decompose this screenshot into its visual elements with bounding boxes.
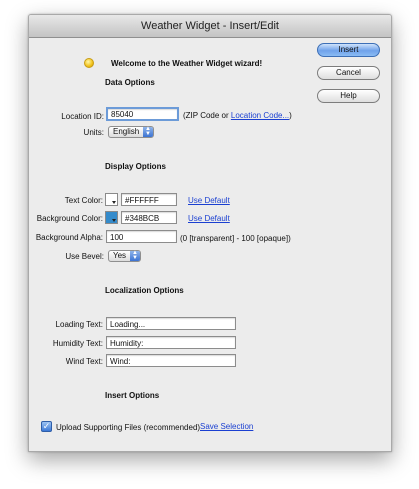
loading-text-label: Loading Text: xyxy=(55,320,103,329)
upload-supporting-files-label: Upload Supporting Files (recommended) xyxy=(56,423,201,432)
text-color-swatch[interactable] xyxy=(105,193,118,206)
units-select[interactable]: English ▲ ▼ xyxy=(108,126,154,138)
use-bevel-label: Use Bevel: xyxy=(65,252,104,261)
text-color-use-default-link[interactable]: Use Default xyxy=(188,196,230,205)
background-alpha-label: Background Alpha: xyxy=(35,233,103,242)
upload-supporting-files-checkbox[interactable]: ✓ xyxy=(41,421,52,432)
updown-arrows-icon: ▲ ▼ xyxy=(143,126,153,137)
lightbulb-icon xyxy=(84,58,94,68)
dropdown-triangle-icon xyxy=(112,201,116,204)
background-color-input[interactable]: #348BCB xyxy=(121,211,177,224)
save-selection-link[interactable]: Save Selection xyxy=(200,422,253,431)
text-color-input[interactable]: #FFFFFF xyxy=(121,193,177,206)
units-label: Units: xyxy=(83,128,104,137)
humidity-text-label: Humidity Text: xyxy=(52,339,103,348)
dialog-window: Weather Widget - Insert/Edit Welcome to … xyxy=(28,14,392,452)
help-button[interactable]: Help xyxy=(317,89,380,103)
units-select-value: English xyxy=(113,127,140,136)
background-color-swatch[interactable] xyxy=(105,211,118,224)
data-options-heading: Data Options xyxy=(105,78,155,87)
background-alpha-input[interactable]: 100 xyxy=(106,230,177,243)
window-title: Weather Widget - Insert/Edit xyxy=(29,15,391,38)
display-options-heading: Display Options xyxy=(105,162,166,171)
wind-text-label: Wind Text: xyxy=(65,357,103,366)
checkmark-icon: ✓ xyxy=(42,421,51,431)
wind-text-input[interactable]: Wind: xyxy=(106,354,236,367)
insert-options-heading: Insert Options xyxy=(105,391,160,400)
welcome-message: Welcome to the Weather Widget wizard! xyxy=(111,59,263,68)
location-hint-prefix: (ZIP Code or xyxy=(183,111,231,120)
localization-options-heading: Localization Options xyxy=(105,286,184,295)
cancel-button[interactable]: Cancel xyxy=(317,66,380,80)
background-color-use-default-link[interactable]: Use Default xyxy=(188,214,230,223)
location-code-link[interactable]: Location Code... xyxy=(231,111,289,120)
insert-button[interactable]: Insert xyxy=(317,43,380,57)
loading-text-input[interactable]: Loading... xyxy=(106,317,236,330)
location-id-input[interactable]: 85040 xyxy=(106,107,179,121)
humidity-text-input[interactable]: Humidity: xyxy=(106,336,236,349)
location-hint: (ZIP Code or Location Code...) xyxy=(183,111,292,120)
background-color-label: Background Color: xyxy=(36,214,103,223)
text-color-label: Text Color: xyxy=(64,196,103,205)
location-id-label: Location ID: xyxy=(61,112,104,121)
use-bevel-select-value: Yes xyxy=(113,251,127,260)
dropdown-triangle-icon xyxy=(112,219,116,222)
updown-arrows-icon: ▲ ▼ xyxy=(130,250,140,261)
use-bevel-select[interactable]: Yes ▲ ▼ xyxy=(108,250,141,262)
background-alpha-hint: (0 [transparent] - 100 [opaque]) xyxy=(180,234,291,243)
location-hint-suffix: ) xyxy=(289,111,292,120)
